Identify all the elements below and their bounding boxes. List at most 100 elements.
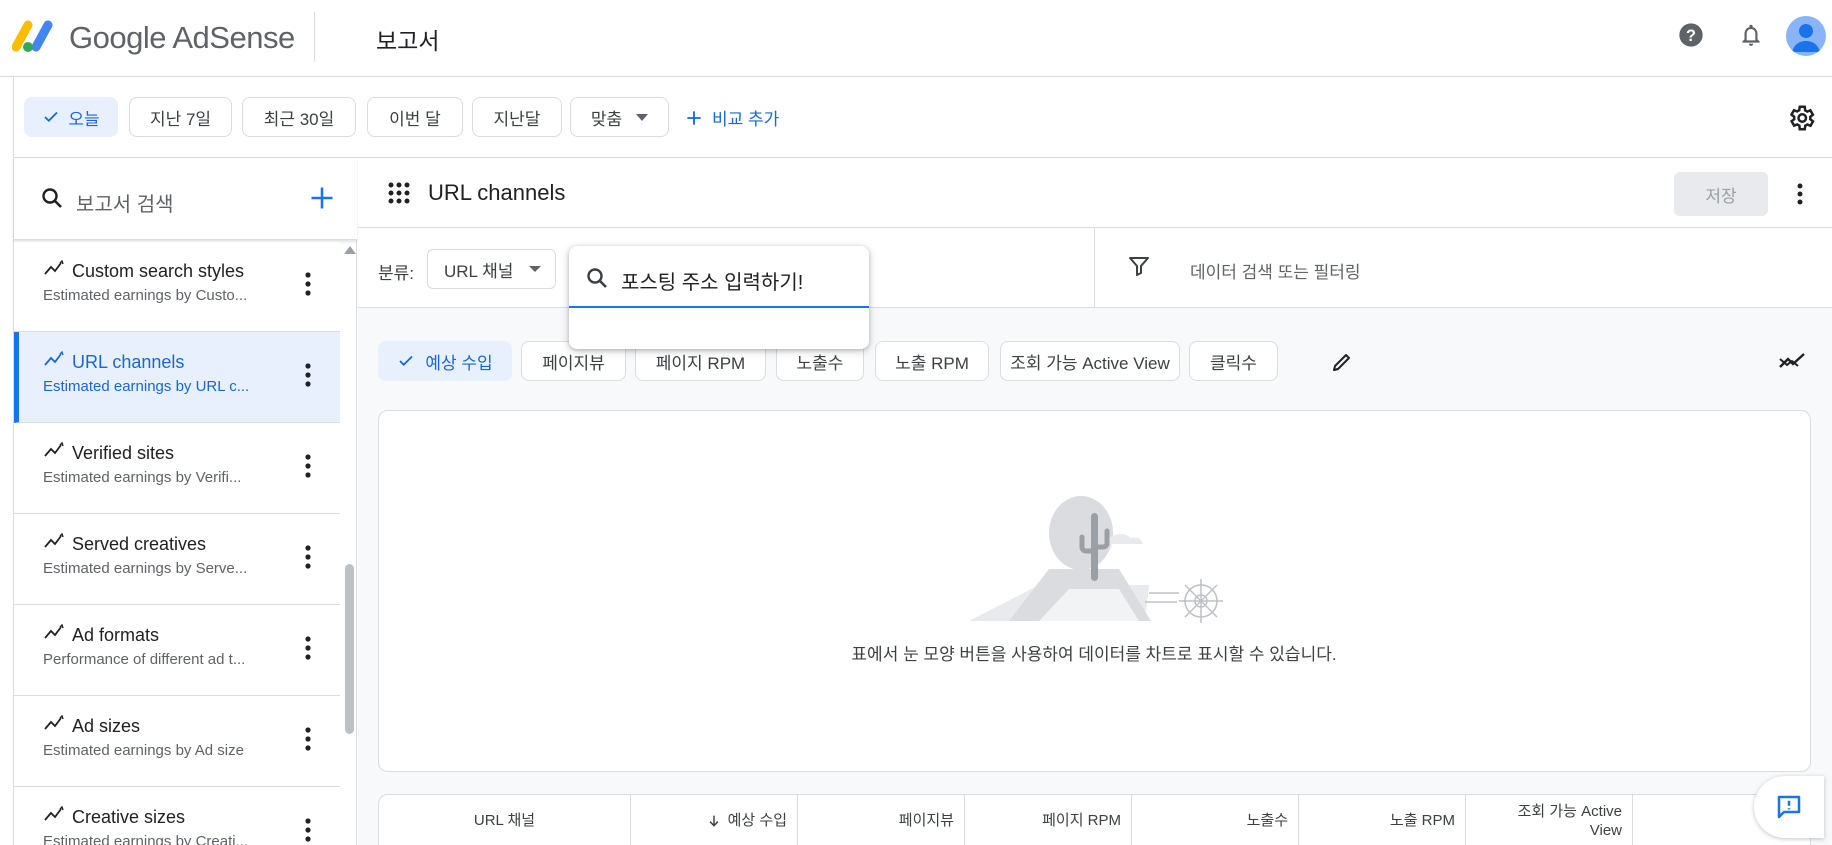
list-item[interactable]: Ad formats Performance of different ad t… — [14, 605, 340, 696]
table-header-pageviews[interactable]: 페이지뷰 — [798, 795, 965, 845]
metric-chip-estimated-earnings[interactable]: 예상 수입 — [378, 341, 512, 381]
list-item[interactable]: Served creatives Estimated earnings by S… — [14, 514, 340, 605]
feedback-chat-icon — [1777, 795, 1801, 819]
classification-value: URL 채널 — [444, 261, 514, 281]
filter-search-placeholder[interactable]: 데이터 검색 또는 필터링 — [1190, 258, 1361, 283]
table-header-impression-rpm[interactable]: 노출 RPM — [1299, 795, 1466, 845]
list-item-title: Custom search styles — [72, 261, 245, 281]
list-item-subtitle: Estimated earnings by Serve... — [43, 560, 248, 577]
more-vert-icon[interactable] — [304, 544, 312, 570]
date-chip-last-7-days[interactable]: 지난 7일 — [129, 97, 232, 137]
metric-chip-label: 페이지뷰 — [542, 353, 605, 373]
list-item-subtitle: Estimated earnings by Creati... — [43, 833, 249, 845]
feedback-button[interactable] — [1754, 776, 1824, 838]
report-search-placeholder: 보고서 검색 — [76, 194, 174, 216]
more-vert-icon[interactable] — [304, 635, 312, 661]
table-header-url-channel[interactable]: URL 채널 — [379, 795, 631, 845]
classification-select[interactable]: URL 채널 — [427, 249, 556, 289]
apps-grid-icon[interactable] — [388, 182, 410, 204]
metric-chip-label: 노출 RPM — [895, 353, 969, 373]
list-item-subtitle: Performance of different ad t... — [43, 651, 246, 668]
adsense-logo-icon[interactable] — [12, 17, 56, 53]
list-item-title: Ad sizes — [72, 716, 141, 736]
url-search-input-text: 포스팅 주소 입력하기! — [621, 272, 804, 294]
table-header-estimated-earnings[interactable]: 예상 수입 — [631, 795, 798, 845]
scrollbar-thumb[interactable] — [345, 564, 354, 734]
account-avatar[interactable] — [1786, 16, 1826, 56]
more-vert-icon[interactable] — [1796, 182, 1804, 206]
date-chip-this-month[interactable]: 이번 달 — [367, 97, 463, 137]
add-report-icon[interactable] — [308, 184, 336, 212]
date-chip-label: 이번 달 — [389, 109, 441, 129]
plus-icon — [687, 110, 701, 125]
metric-chip-label: 조회 가능 Active View — [1010, 353, 1170, 373]
settings-gear-icon[interactable] — [1786, 103, 1816, 133]
scroll-up-arrow-icon[interactable] — [344, 246, 356, 254]
table-header-impressions[interactable]: 노출수 — [1132, 795, 1299, 845]
sparkline-icon — [44, 715, 64, 730]
sparkline-icon — [44, 624, 64, 639]
report-list: Custom search styles Estimated earnings … — [14, 242, 340, 845]
metric-chip-clicks[interactable]: 클릭수 — [1189, 341, 1278, 381]
report-header: URL channels 저장 — [358, 158, 1832, 228]
chart-card: 표에서 눈 모양 버튼을 사용하여 데이터를 차트로 표시할 수 있습니다. — [378, 410, 1811, 772]
metric-chip-impression-rpm[interactable]: 노출 RPM — [875, 341, 989, 381]
report-search-box[interactable]: 보고서 검색 — [14, 158, 357, 240]
list-item[interactable]: Custom search styles Estimated earnings … — [14, 242, 340, 332]
sort-arrow-down-icon — [709, 815, 719, 827]
date-chip-label: 맞춤 — [590, 109, 623, 129]
search-icon — [587, 268, 607, 288]
metric-chip-label: 예상 수입 — [425, 353, 493, 373]
metric-chip-active-view[interactable]: 조회 가능 Active View — [1000, 341, 1180, 381]
date-chip-last-month[interactable]: 지난달 — [472, 97, 562, 137]
list-item[interactable]: Creative sizes Estimated earnings by Cre… — [14, 787, 340, 845]
svg-text:?: ? — [1686, 27, 1696, 45]
brand-name: Google AdSense — [69, 20, 295, 56]
list-item-subtitle: Estimated earnings by Verifi... — [43, 469, 242, 486]
page-title: 보고서 — [376, 28, 440, 54]
save-button[interactable]: 저장 — [1674, 172, 1768, 216]
list-item-title: Ad formats — [72, 625, 160, 645]
filter-icon[interactable] — [1127, 254, 1151, 278]
more-vert-icon[interactable] — [304, 817, 312, 843]
date-chip-last-30-days[interactable]: 최근 30일 — [242, 97, 356, 137]
left-rail — [0, 77, 14, 845]
list-item-title: Served creatives — [72, 534, 207, 554]
date-chip-custom[interactable]: 맞춤 — [570, 97, 669, 137]
table-header-active-view[interactable]: 조회 가능 Active View — [1466, 795, 1633, 845]
more-vert-icon[interactable] — [304, 453, 312, 479]
list-item-title: Verified sites — [72, 443, 175, 463]
date-chip-label: 최근 30일 — [263, 109, 335, 129]
chart-toggle-icon[interactable] — [1778, 350, 1806, 372]
edit-pencil-icon[interactable] — [1330, 350, 1354, 374]
table-header-page-rpm[interactable]: 페이지 RPM — [965, 795, 1132, 845]
check-icon — [399, 355, 413, 367]
more-vert-icon[interactable] — [304, 271, 312, 297]
classification-label: 분류: — [378, 264, 415, 283]
list-item-title: Creative sizes — [72, 807, 186, 827]
url-search-input[interactable]: 포스팅 주소 입력하기! — [569, 246, 869, 308]
brand-adsense: AdSense — [172, 20, 295, 55]
chevron-down-icon — [636, 113, 649, 121]
help-icon[interactable]: ? — [1676, 20, 1706, 50]
sparkline-icon — [44, 806, 64, 821]
add-comparison-button[interactable]: 비교 추가 — [684, 105, 779, 130]
top-divider — [314, 12, 315, 62]
sparkline-icon — [44, 351, 64, 366]
more-vert-icon[interactable] — [304, 362, 312, 388]
sparkline-icon — [44, 533, 64, 548]
filter-divider — [1094, 228, 1095, 308]
report-list-scrollbar[interactable] — [340, 242, 357, 845]
list-item-active[interactable]: URL channels Estimated earnings by URL c… — [14, 332, 340, 423]
table-header-label: 예상 수입 — [727, 812, 787, 829]
date-chip-today[interactable]: 오늘 — [24, 97, 118, 137]
brand-google: Google — [69, 20, 166, 55]
more-vert-icon[interactable] — [304, 726, 312, 752]
list-item-subtitle: Estimated earnings by Ad size — [43, 742, 244, 759]
report-name: URL channels — [428, 180, 566, 205]
date-chip-label: 오늘 — [68, 109, 100, 129]
date-chip-label: 지난달 — [493, 109, 541, 129]
list-item[interactable]: Verified sites Estimated earnings by Ver… — [14, 423, 340, 514]
list-item[interactable]: Ad sizes Estimated earnings by Ad size — [14, 696, 340, 787]
notifications-icon[interactable] — [1736, 20, 1766, 50]
